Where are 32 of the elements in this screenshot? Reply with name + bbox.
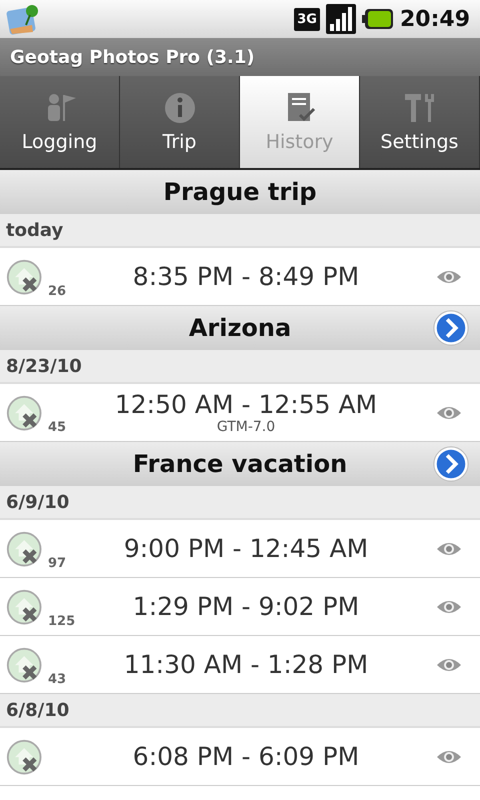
battery-icon	[362, 8, 394, 30]
time-range: 8:35 PM - 8:49 PM	[132, 262, 360, 291]
clock: 20:49	[400, 6, 470, 32]
tab[interactable]: Settings	[360, 76, 480, 168]
photo-count: 125	[48, 614, 76, 628]
network-type-label: 3G	[294, 8, 320, 30]
trip-header[interactable]: Arizona	[0, 306, 480, 350]
photo-count: 26	[48, 284, 66, 298]
trip-header[interactable]: France vacation	[0, 442, 480, 486]
photo-count: 43	[48, 672, 66, 686]
trip-title: Arizona	[188, 314, 292, 342]
trip-header[interactable]: Prague trip	[0, 170, 480, 214]
date-label: 8/23/10	[6, 356, 82, 376]
chevron-right-icon[interactable]	[432, 445, 470, 483]
time-range: 6:08 PM - 6:09 PM	[132, 742, 360, 771]
tab[interactable]: Logging	[0, 76, 120, 168]
app-title: Geotag Photos Pro (3.1)	[10, 46, 255, 68]
chevron-right-icon[interactable]	[432, 309, 470, 347]
date-label: 6/9/10	[6, 492, 70, 512]
photo-count: 97	[48, 556, 66, 570]
time-range: 11:30 AM - 1:28 PM	[124, 650, 368, 679]
date-label: 6/8/10	[6, 700, 70, 720]
trip-title: Prague trip	[163, 178, 317, 206]
tab[interactable]: Trip	[120, 76, 240, 168]
photo-count: 45	[48, 420, 66, 434]
trip-title: France vacation	[132, 450, 348, 478]
time-range: 12:50 AM - 12:55 AM	[114, 390, 378, 419]
date-label: today	[6, 220, 64, 240]
time-range: 1:29 PM - 9:02 PM	[132, 592, 360, 621]
signal-icon	[326, 4, 356, 34]
time-range: 9:00 PM - 12:45 AM	[124, 534, 368, 563]
timezone-label: GTM-7.0	[216, 419, 276, 435]
